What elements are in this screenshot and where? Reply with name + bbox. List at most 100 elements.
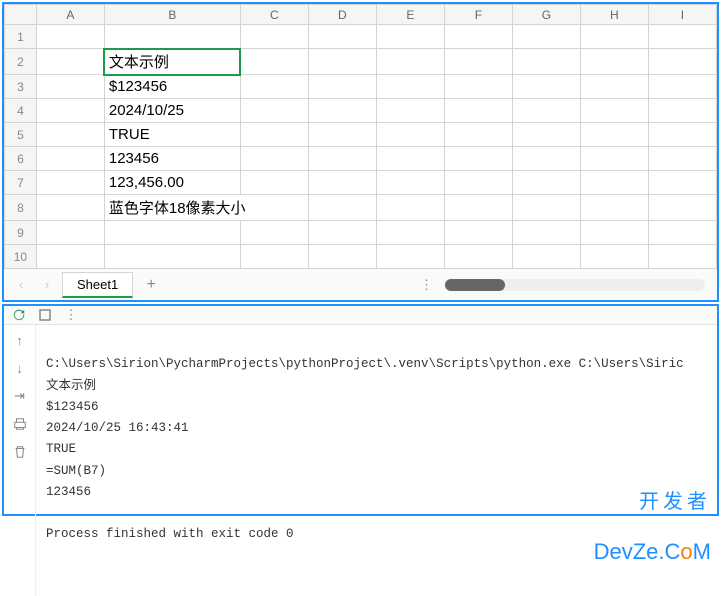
cell[interactable]: [580, 195, 648, 221]
row-header[interactable]: 8: [5, 195, 37, 221]
cell[interactable]: [648, 147, 716, 171]
cell[interactable]: [308, 221, 376, 245]
cell[interactable]: [648, 221, 716, 245]
soft-wrap-icon[interactable]: ⇥: [11, 387, 29, 405]
cell[interactable]: [240, 245, 308, 269]
cell[interactable]: [648, 195, 716, 221]
spreadsheet-grid[interactable]: A B C D E F G H I 1 2文本示例 3$123456 42024…: [4, 4, 717, 268]
col-header[interactable]: A: [36, 5, 104, 25]
cell[interactable]: [308, 195, 376, 221]
next-sheet-button[interactable]: ›: [36, 274, 58, 296]
cell[interactable]: [36, 171, 104, 195]
row-header[interactable]: 9: [5, 221, 37, 245]
cell[interactable]: [580, 147, 648, 171]
row-header[interactable]: 10: [5, 245, 37, 269]
cell[interactable]: [240, 123, 308, 147]
col-header[interactable]: D: [308, 5, 376, 25]
print-icon[interactable]: [11, 415, 29, 433]
cell[interactable]: [36, 75, 104, 99]
col-header[interactable]: E: [376, 5, 444, 25]
cell[interactable]: [36, 25, 104, 49]
cell-B3[interactable]: $123456: [104, 75, 240, 99]
cell[interactable]: [648, 75, 716, 99]
sheet-tab[interactable]: Sheet1: [62, 272, 133, 298]
cell-B4[interactable]: 2024/10/25: [104, 99, 240, 123]
stop-icon[interactable]: [36, 306, 54, 324]
cell-B5[interactable]: TRUE: [104, 123, 240, 147]
cell[interactable]: [376, 25, 444, 49]
col-header[interactable]: B: [104, 5, 240, 25]
cell[interactable]: [512, 123, 580, 147]
cell[interactable]: [580, 123, 648, 147]
row-header[interactable]: 5: [5, 123, 37, 147]
cell[interactable]: [36, 49, 104, 75]
cell[interactable]: [376, 245, 444, 269]
cell[interactable]: [580, 221, 648, 245]
cell[interactable]: [240, 221, 308, 245]
cell[interactable]: [512, 75, 580, 99]
scrollbar-thumb[interactable]: [445, 279, 505, 291]
cell[interactable]: [580, 99, 648, 123]
cell[interactable]: [36, 123, 104, 147]
cell[interactable]: [104, 245, 240, 269]
step-up-icon[interactable]: ↑: [11, 331, 29, 349]
add-sheet-button[interactable]: +: [137, 273, 165, 297]
cell[interactable]: [376, 147, 444, 171]
cell[interactable]: [512, 171, 580, 195]
cell[interactable]: [512, 245, 580, 269]
cell[interactable]: [376, 221, 444, 245]
cell[interactable]: [648, 49, 716, 75]
col-header[interactable]: I: [648, 5, 716, 25]
cell[interactable]: [444, 99, 512, 123]
cell[interactable]: [444, 221, 512, 245]
cell[interactable]: [36, 221, 104, 245]
cell-B7[interactable]: 123,456.00: [104, 171, 240, 195]
cell[interactable]: [308, 147, 376, 171]
cell[interactable]: [104, 25, 240, 49]
cell[interactable]: [308, 25, 376, 49]
cell[interactable]: [376, 171, 444, 195]
cell[interactable]: [376, 75, 444, 99]
cell[interactable]: [512, 221, 580, 245]
cell[interactable]: [376, 123, 444, 147]
cell[interactable]: [580, 49, 648, 75]
cell[interactable]: [308, 99, 376, 123]
more-vertical-icon[interactable]: ⋮: [62, 306, 80, 324]
row-header[interactable]: 6: [5, 147, 37, 171]
cell[interactable]: [444, 75, 512, 99]
col-header[interactable]: G: [512, 5, 580, 25]
cell[interactable]: [240, 99, 308, 123]
cell[interactable]: [376, 49, 444, 75]
rerun-icon[interactable]: [10, 306, 28, 324]
cell[interactable]: [240, 171, 308, 195]
cell[interactable]: [376, 99, 444, 123]
cell[interactable]: [36, 99, 104, 123]
cell[interactable]: [444, 25, 512, 49]
cell[interactable]: [308, 245, 376, 269]
cell[interactable]: [104, 221, 240, 245]
cell[interactable]: [580, 171, 648, 195]
cell[interactable]: [444, 171, 512, 195]
cell[interactable]: [240, 75, 308, 99]
cell[interactable]: [240, 25, 308, 49]
cell[interactable]: [444, 195, 512, 221]
cell[interactable]: [376, 195, 444, 221]
cell[interactable]: [240, 49, 308, 75]
col-header[interactable]: C: [240, 5, 308, 25]
row-header[interactable]: 3: [5, 75, 37, 99]
console-output[interactable]: C:\Users\Sirion\PycharmProjects\pythonPr…: [36, 325, 717, 596]
row-header[interactable]: 1: [5, 25, 37, 49]
cell[interactable]: [512, 99, 580, 123]
cell-B8[interactable]: 蓝色字体18像素大小: [104, 195, 308, 221]
cell[interactable]: [580, 75, 648, 99]
cell[interactable]: [512, 49, 580, 75]
cell[interactable]: [444, 245, 512, 269]
cell[interactable]: [36, 195, 104, 221]
cell[interactable]: [36, 147, 104, 171]
cell[interactable]: [512, 195, 580, 221]
cell[interactable]: [512, 25, 580, 49]
cell[interactable]: [648, 99, 716, 123]
step-down-icon[interactable]: ↓: [11, 359, 29, 377]
cell-B2[interactable]: 文本示例: [104, 49, 240, 75]
cell[interactable]: [648, 171, 716, 195]
